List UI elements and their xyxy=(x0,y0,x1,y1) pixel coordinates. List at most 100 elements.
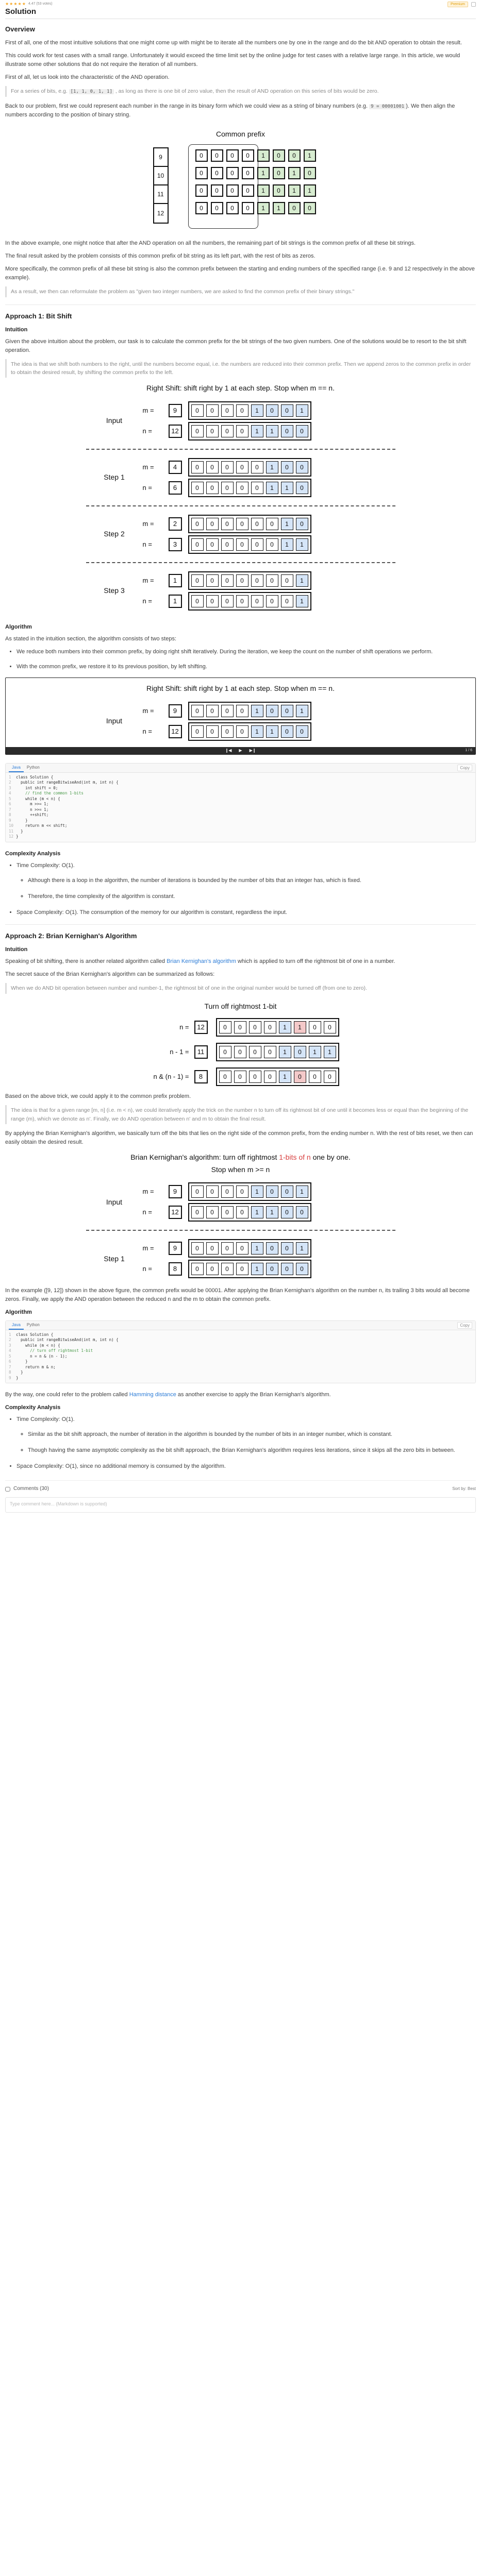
step-block: Step 1m = 9 0 0 0 0 1 0 0 1 n = 8 0 0 0 0 1 0 0 0 xyxy=(86,1236,395,1281)
bit-cell: 0 xyxy=(221,725,234,738)
approach2-paragraph: In the example ([9, 12]) shown in the ab… xyxy=(5,1287,470,1303)
n-value: 3 xyxy=(168,538,182,551)
code-text: } xyxy=(16,828,23,834)
comments-count: Comments (30) xyxy=(13,1486,49,1492)
bit-cell: 0 xyxy=(241,202,254,215)
intuition-heading: Intuition xyxy=(5,326,28,333)
bit-cell: 0 xyxy=(206,704,219,717)
m-value: 9 xyxy=(168,1185,182,1199)
kernighan-steps: Input m = 9 0 0 0 0 1 0 0 1 n = 12 0 0 0 0 1 1 0 0 Step 1m = 9… xyxy=(86,1179,395,1281)
sort-dropdown[interactable]: Sort by: Best xyxy=(452,1486,476,1492)
code-text: int shift = 0; xyxy=(16,785,58,790)
bit-cell: 1 xyxy=(295,1242,308,1255)
prefix-grid: 9 10 11 12 00001001000010100000101100001100 xyxy=(153,144,328,232)
bit-cell: 0 xyxy=(191,595,204,607)
line-number: 1 xyxy=(9,1332,11,1337)
code-content: 1 class Solution {2 public int rangeBitwi… xyxy=(6,773,475,842)
bit-cell: 0 xyxy=(221,1242,234,1255)
m-label: m = xyxy=(142,406,154,414)
bit-cell: 0 xyxy=(221,1206,234,1219)
bit-cell: 0 xyxy=(266,1185,278,1198)
bit-cell: 1 xyxy=(266,482,278,494)
copy-button[interactable]: Copy xyxy=(457,1321,472,1329)
tab-python[interactable]: Python xyxy=(24,1320,43,1330)
overview-paragraph: Back to our problem, first we could repr… xyxy=(5,102,476,120)
tab-python[interactable]: Python xyxy=(24,763,43,772)
code-line: 8 ++shift; xyxy=(9,812,472,818)
line-number: 2 xyxy=(9,780,11,785)
code-line: 4 // turn off rightmost 1-bit xyxy=(9,1348,472,1354)
bit-cell: 0 xyxy=(221,404,234,417)
code-line: 9} xyxy=(9,1376,472,1381)
value-row: n = 12 0 0 0 0 1 1 0 0 xyxy=(143,422,311,440)
bit-cell: 0 xyxy=(206,574,219,587)
bit-cell: 0 xyxy=(221,461,234,473)
note-block: When we do AND bit operation between num… xyxy=(5,983,476,994)
slideshow[interactable]: Right Shift: shift right by 1 at each st… xyxy=(5,677,476,755)
bit-string: 00000100 xyxy=(188,458,311,477)
bit-cell: 0 xyxy=(191,461,204,473)
comment-input[interactable]: Type comment here... (Markdown is suppor… xyxy=(5,1497,476,1513)
tab-java[interactable]: Java xyxy=(9,1320,24,1330)
line-number: 6 xyxy=(9,1359,11,1364)
turn-off-rows: n = 12 0 0 0 0 1 1 0 0 n - 1 = 11 0 0 0 0 1 0 1 1 n & (n - 1… xyxy=(132,1018,349,1087)
bit-cell: 0 xyxy=(221,1185,234,1198)
prev-slide-icon[interactable]: ❙◀ xyxy=(225,748,232,754)
bit-cell: 1 xyxy=(251,1263,263,1276)
play-icon[interactable]: ▶ xyxy=(239,748,242,754)
bit-cell: 0 xyxy=(280,1185,293,1198)
bit-cell: 0 xyxy=(272,167,285,180)
bit-cell: 0 xyxy=(263,1021,276,1034)
step-divider xyxy=(86,562,395,563)
bit-cell: 0 xyxy=(236,538,248,551)
bit-string: 00001100 xyxy=(188,1203,311,1222)
bit-cell: 0 xyxy=(206,482,219,494)
bit-cell: 1 xyxy=(295,538,308,551)
bit-cell: 0 xyxy=(251,482,263,494)
next-slide-icon[interactable]: ▶❙ xyxy=(250,748,256,754)
code-line: 7 n >>= 1; xyxy=(9,807,472,813)
bit-cell: 0 xyxy=(191,404,204,417)
step-block: Step 1m = 4 0 0 0 0 0 1 0 0 n = 6 0 0 0 0 0 1 1 0 xyxy=(86,455,395,500)
bit-cell: 1 xyxy=(278,1046,291,1059)
code-line: 12} xyxy=(9,834,472,840)
code-text: ++shift; xyxy=(16,812,49,818)
rating-stars-icon[interactable]: ★★★★★ xyxy=(5,1,26,7)
slide-counter: 1 / 6 xyxy=(465,748,472,752)
hamming-distance-link[interactable]: Hamming distance xyxy=(129,1392,176,1398)
bit-row: 00001011 xyxy=(195,184,316,197)
settings-icon[interactable] xyxy=(471,2,476,7)
n-value: 1 xyxy=(168,595,182,608)
premium-badge[interactable]: Premium xyxy=(447,1,468,7)
line-number: 7 xyxy=(9,807,11,812)
bit-cell: 0 xyxy=(280,461,293,473)
code-line: 6 } xyxy=(9,1359,472,1365)
n-label: n = xyxy=(142,597,152,605)
bit-cell: 0 xyxy=(308,1071,321,1083)
rating-text: 4.47 (53 votes) xyxy=(28,2,53,6)
code-tabs: Java Python Copy xyxy=(6,1320,475,1330)
bit-string: 00000001 xyxy=(188,571,311,590)
bit-cell: 0 xyxy=(251,574,263,587)
bit-cell: 1 xyxy=(295,404,308,417)
complexity-list: Time Complexity: O(1). Similar as the bi… xyxy=(16,1415,476,1471)
bit-cell: 1 xyxy=(266,461,278,473)
bit-cell: 0 xyxy=(251,461,263,473)
note-text: , as long as there is one bit of zero va… xyxy=(115,88,379,95)
solution-page: ★★★★★ 4.47 (53 votes) Premium Solution O… xyxy=(0,0,481,1516)
copy-button[interactable]: Copy xyxy=(457,764,472,771)
n-value: 8 xyxy=(168,1262,182,1276)
note-block: The idea is that for a given range [m, n… xyxy=(5,1105,476,1124)
note-block: For a series of bits, e.g. [1, 1, 0, 1, … xyxy=(5,86,476,97)
tab-java[interactable]: Java xyxy=(9,763,24,773)
bit-cell: 0 xyxy=(236,574,248,587)
bit-cell: 0 xyxy=(295,425,308,437)
bit-cell: 0 xyxy=(210,184,223,197)
value-row: n = 8 0 0 0 0 1 0 0 0 xyxy=(143,1260,311,1279)
algorithm-paragraph: As stated in the intuition section, the … xyxy=(5,636,177,642)
bit-cell: 0 xyxy=(280,425,293,437)
bit-cell: 1 xyxy=(272,202,285,215)
line-number: 7 xyxy=(9,1364,11,1369)
overview-heading: Overview xyxy=(5,25,35,33)
brian-kernighan-link[interactable]: Brian Kernighan's algorithm xyxy=(167,958,236,964)
